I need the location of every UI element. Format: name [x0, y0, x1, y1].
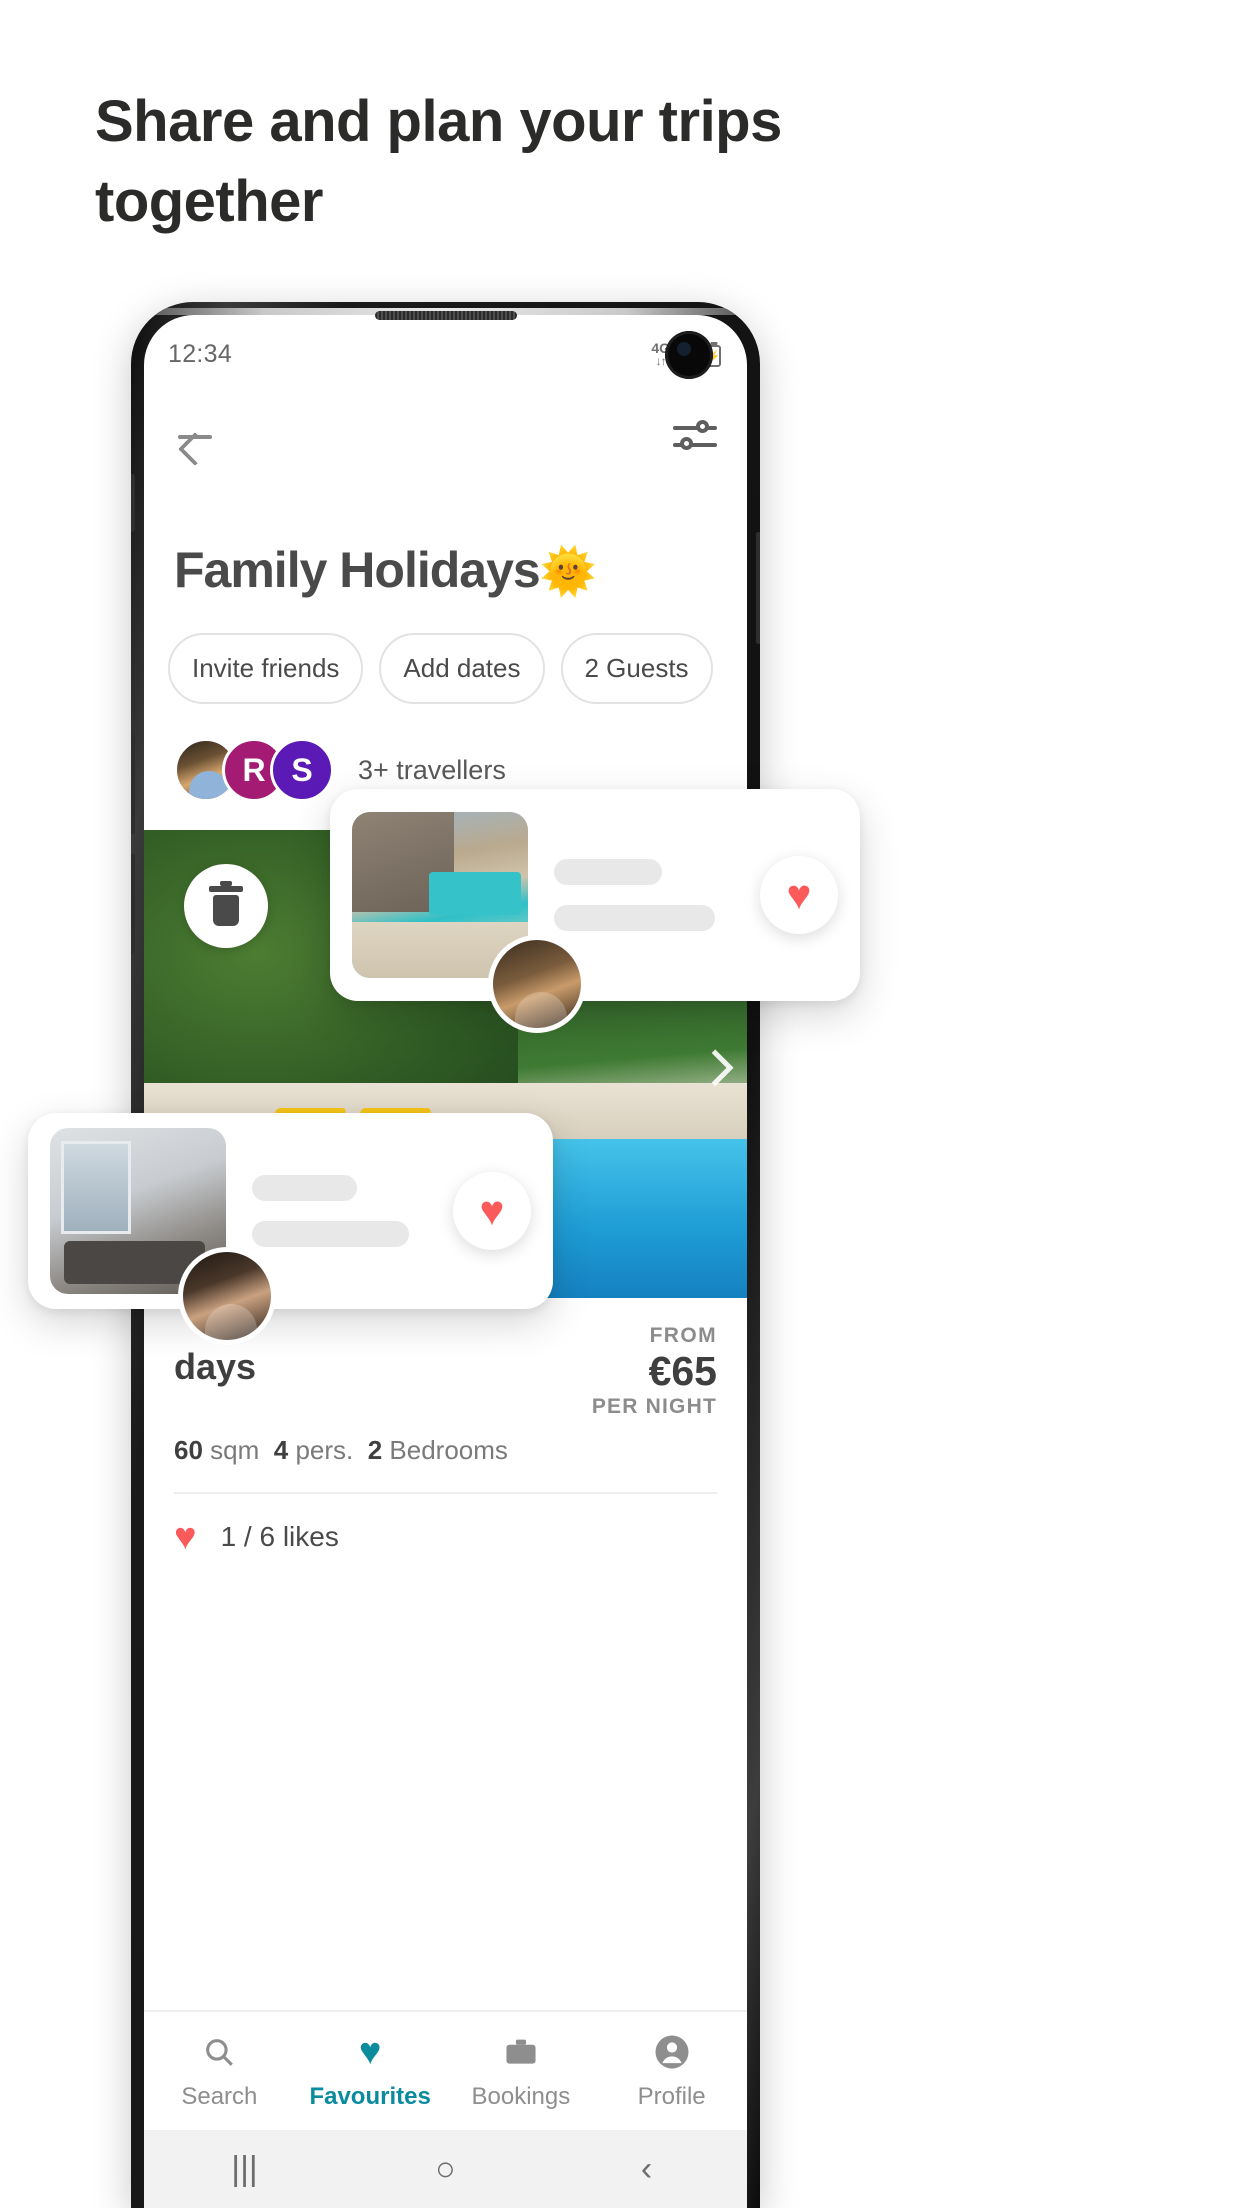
sun-emoji-icon: 🌞: [539, 545, 597, 597]
nav-item-search[interactable]: Search: [144, 2031, 295, 2111]
spec-size-value: 60: [174, 1435, 203, 1466]
spec-pers-unit: pers.: [295, 1435, 354, 1466]
earpiece-speaker: [374, 311, 517, 320]
travellers-count-label: 3+ travellers: [358, 754, 506, 785]
phone-button-power: [756, 532, 760, 644]
placeholder-line-1: [252, 1175, 357, 1201]
floating-card-top[interactable]: ♥: [330, 789, 860, 1033]
nav-label-profile: Profile: [637, 2083, 706, 2110]
page-title: Share and plan your trips together: [95, 89, 782, 235]
heart-icon[interactable]: ♥: [453, 1172, 531, 1250]
heart-icon[interactable]: ♥: [174, 1518, 197, 1556]
back-arrow-icon[interactable]: [174, 414, 218, 458]
chevron-right-icon[interactable]: [696, 1049, 734, 1087]
spec-pers-value: 4: [273, 1435, 289, 1466]
spec-bedrooms-unit: Bedrooms: [389, 1435, 508, 1466]
placeholder-line-2: [252, 1221, 410, 1247]
user-avatar[interactable]: [488, 935, 586, 1033]
android-system-nav: ||| ○ ‹: [144, 2130, 747, 2208]
placeholder-line-2: [554, 905, 716, 931]
phone-button-volume-up: [131, 734, 135, 834]
pill-add-dates[interactable]: Add dates: [379, 633, 545, 704]
person-icon: [654, 2031, 690, 2073]
page-root: Share and plan your trips together 12:34…: [0, 0, 1242, 2208]
avatar-stack[interactable]: R S: [174, 738, 334, 802]
placeholder-line-1: [554, 859, 662, 885]
briefcase-icon: [503, 2031, 539, 2073]
likes-label: 1 / 6 likes: [220, 1521, 339, 1553]
heart-icon[interactable]: ♥: [760, 856, 838, 934]
floating-card-bottom[interactable]: ♥: [28, 1113, 553, 1345]
search-icon: [202, 2031, 236, 2073]
price-block: FROM €65 PER NIGHT: [592, 1324, 717, 1419]
app-bar: [144, 393, 747, 479]
property-specs: 60 sqm 4 pers. 2 Bedrooms: [144, 1419, 747, 1466]
nav-label-bookings: Bookings: [471, 2083, 571, 2110]
status-clock: 12:34: [168, 339, 233, 368]
pill-invite-friends[interactable]: Invite friends: [168, 633, 364, 704]
price-per-label: PER NIGHT: [591, 1395, 717, 1419]
avatar-initial-s[interactable]: S: [270, 738, 334, 802]
phone-button-left-1: [131, 474, 135, 532]
recents-icon[interactable]: |||: [144, 2150, 345, 2189]
price-value: €65: [648, 1348, 717, 1394]
spec-bedrooms-value: 2: [367, 1435, 383, 1466]
likes-row: ♥ 1 / 6 likes: [174, 1492, 717, 1556]
filter-sliders-icon[interactable]: [673, 418, 717, 454]
pill-guests[interactable]: 2 Guests: [560, 633, 713, 704]
heart-icon: ♥: [358, 2030, 382, 2073]
phone-button-volume-down: [131, 854, 135, 954]
trip-title-text: Family Holidays: [174, 542, 541, 598]
nav-item-bookings[interactable]: Bookings: [446, 2031, 597, 2111]
placeholder-lines: [554, 859, 746, 931]
nav-item-favourites[interactable]: ♥ Favourites: [295, 2031, 446, 2111]
home-icon[interactable]: ○: [345, 2150, 546, 2189]
travellers-row: R S 3+ travellers: [144, 704, 747, 802]
trip-action-pills: Invite friends Add dates 2 Guests: [144, 599, 747, 704]
trash-icon[interactable]: [184, 864, 268, 948]
price-from-label: FROM: [649, 1324, 717, 1347]
placeholder-lines: [252, 1175, 439, 1247]
bottom-navigation: Search ♥ Favourites Bookings Profile: [144, 2010, 747, 2130]
back-icon[interactable]: ‹: [546, 2150, 747, 2189]
nav-label-favourites: Favourites: [309, 2083, 431, 2110]
front-camera-punch-hole: [665, 331, 713, 379]
spec-size-unit: sqm: [210, 1435, 260, 1466]
trip-title: Family Holidays🌞: [144, 479, 747, 599]
nav-item-profile[interactable]: Profile: [596, 2031, 747, 2111]
status-bar: 12:34 4G ↓↑ ⚡: [144, 315, 747, 393]
user-avatar[interactable]: [178, 1247, 276, 1345]
nav-label-search: Search: [181, 2083, 258, 2110]
